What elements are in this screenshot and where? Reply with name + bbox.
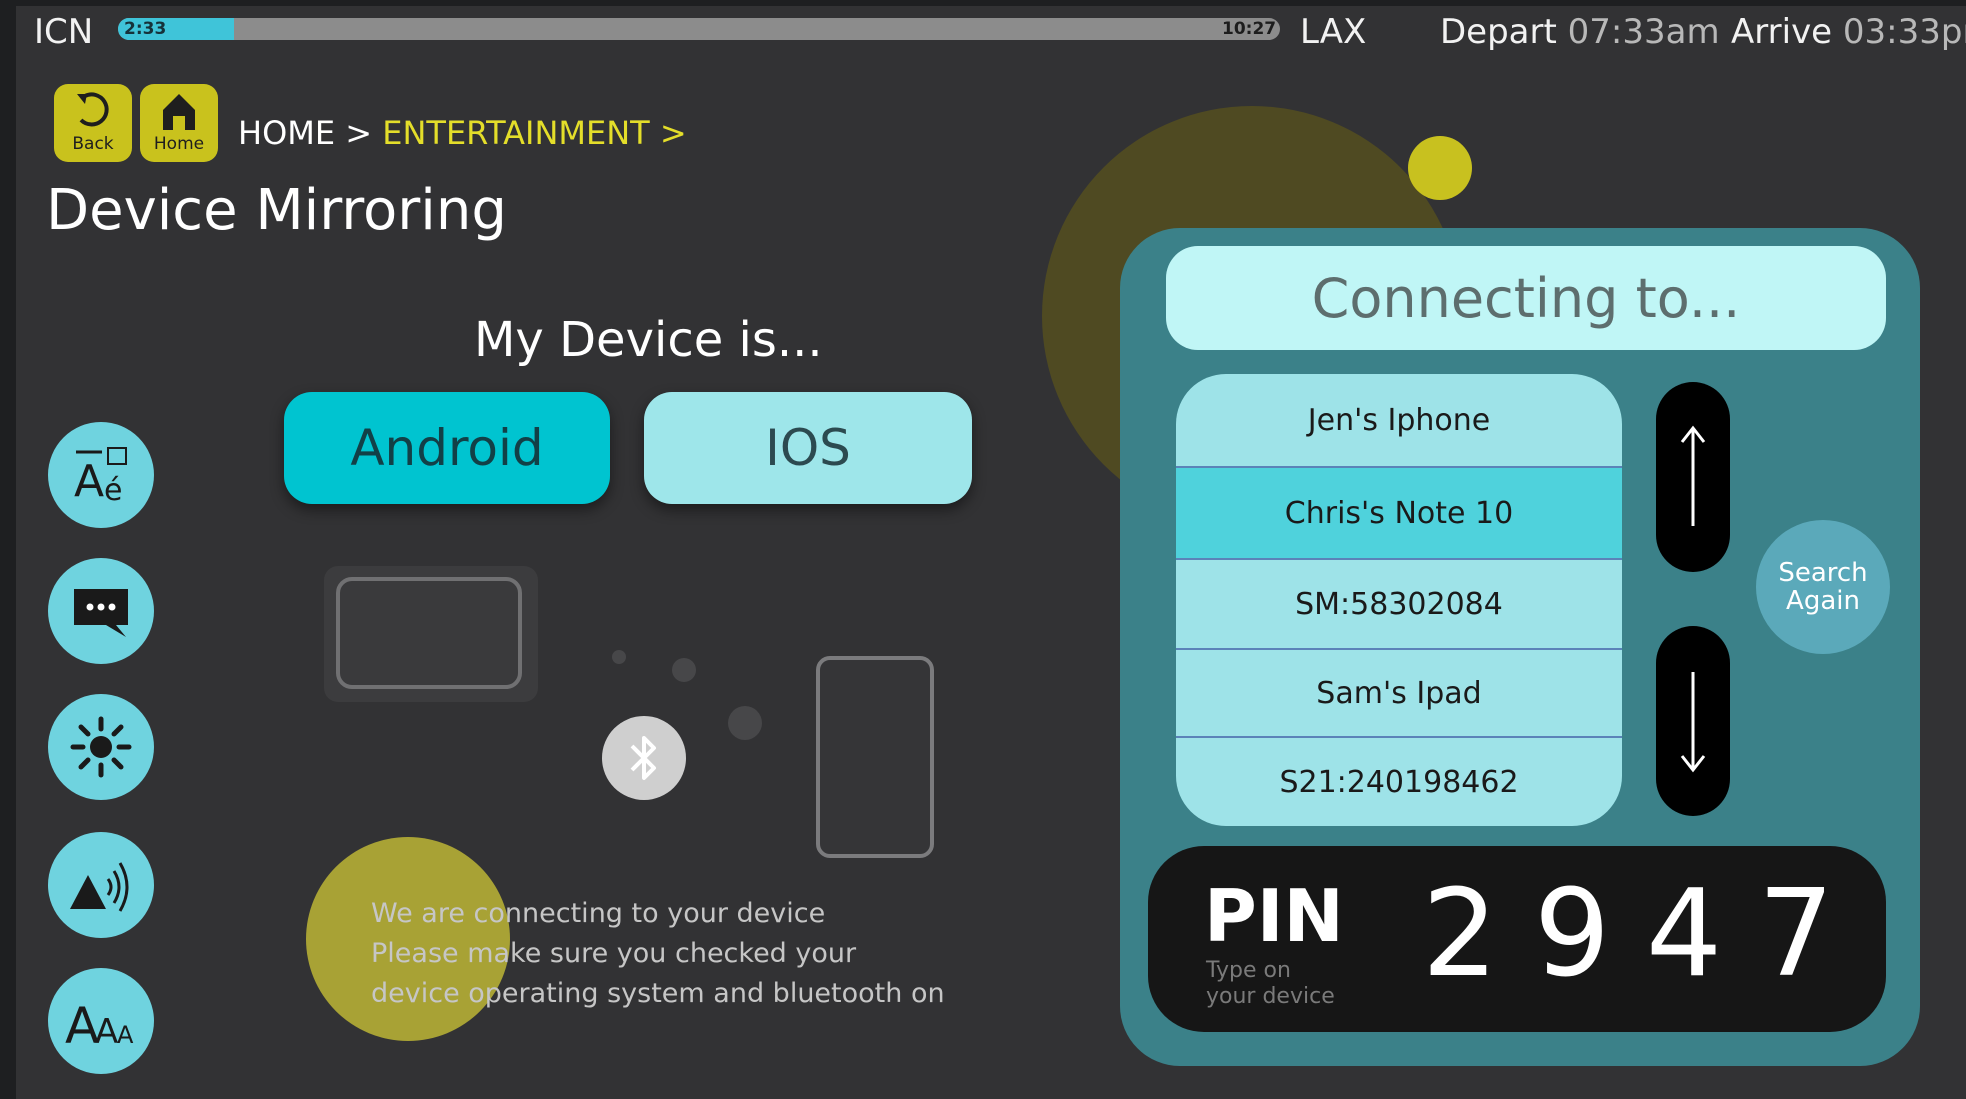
message-line: We are connecting to your device (371, 898, 826, 929)
device-item[interactable]: Jen's Iphone (1176, 374, 1622, 466)
arrow-up-icon (1680, 425, 1706, 526)
breadcrumb-entertainment[interactable]: ENTERTAINMENT > (382, 114, 686, 152)
arrive-time: Arrive 03:33pm (1731, 12, 1966, 52)
language-button[interactable]: A é (48, 422, 154, 528)
origin-airport: ICN (34, 12, 94, 52)
bluetooth-icon (630, 736, 656, 780)
device-heading: My Device is... (474, 312, 823, 368)
pin-hint-line: your device (1206, 984, 1335, 1009)
depart-label: Depart (1440, 12, 1557, 52)
pin-digit: 9 (1533, 865, 1611, 1004)
phone-illustration (816, 656, 934, 858)
page-title: Device Mirroring (46, 178, 507, 243)
volume-icon (70, 862, 129, 912)
signal-dot (728, 706, 762, 740)
breadcrumb-home[interactable]: HOME > (238, 114, 372, 152)
message-line: Please make sure you checked your (371, 938, 857, 969)
back-icon (77, 92, 109, 127)
depart-value: 07:33am (1567, 12, 1720, 52)
bluetooth-badge (602, 716, 686, 800)
android-button[interactable]: Android (284, 392, 610, 504)
chat-icon (74, 589, 128, 637)
pin-digit: 7 (1757, 865, 1835, 1004)
search-again-label: Search Again (1778, 558, 1868, 616)
pin-label: PIN (1204, 874, 1344, 958)
scroll-up-button[interactable] (1656, 382, 1730, 572)
volume-button[interactable] (48, 832, 154, 938)
time-elapsed: 2:33 (124, 19, 167, 39)
brightness-button[interactable] (48, 694, 154, 800)
ios-button[interactable]: IOS (644, 392, 972, 504)
text-size-button[interactable]: A A A (48, 968, 154, 1074)
svg-text:é: é (104, 473, 122, 508)
connecting-banner: Connecting to... (1166, 246, 1886, 350)
flight-progress-bar: ICN 2:33 10:27 LAX Depart 07:33am Arrive… (16, 6, 1966, 58)
device-item[interactable]: S21:240198462 (1176, 736, 1622, 826)
pin-hint: Type on your device (1206, 958, 1335, 1010)
destination-airport: LAX (1300, 12, 1367, 52)
text-size-icon: A A A (65, 997, 134, 1051)
decorative-dot (1408, 136, 1472, 200)
device-item[interactable]: Sam's Ipad (1176, 648, 1622, 736)
pin-digit: 4 (1645, 865, 1723, 1004)
depart-time: Depart 07:33am (1440, 12, 1720, 52)
breadcrumb: HOME > ENTERTAINMENT > (238, 114, 687, 152)
screen: ICN 2:33 10:27 LAX Depart 07:33am Arrive… (16, 6, 1966, 1099)
home-icon (163, 94, 195, 130)
home-button[interactable]: Home (140, 84, 218, 162)
signal-dot (672, 658, 696, 682)
back-button[interactable]: Back (54, 84, 132, 162)
device-item-selected[interactable]: Chris's Note 10 (1176, 466, 1622, 558)
chat-button[interactable] (48, 558, 154, 664)
arrow-down-icon (1680, 672, 1706, 773)
language-icon: A é (74, 447, 127, 508)
search-again-button[interactable]: Search Again (1756, 520, 1890, 654)
arrive-value: 03:33pm (1842, 12, 1966, 52)
svg-text:A: A (117, 1021, 134, 1049)
svg-text:A: A (74, 456, 104, 507)
signal-dot (612, 650, 626, 664)
device-item[interactable]: SM:58302084 (1176, 558, 1622, 648)
back-label: Back (72, 134, 114, 154)
time-remaining: 10:27 (1222, 19, 1277, 39)
pin-digit: 2 (1421, 865, 1499, 1004)
arrive-label: Arrive (1731, 12, 1833, 52)
message-line: device operating system and bluetooth on (371, 978, 945, 1009)
svg-text:A: A (95, 1012, 118, 1051)
connecting-message: We are connecting to your device Please … (371, 894, 945, 1014)
tablet-screen-illustration (336, 577, 522, 689)
device-list[interactable]: Jen's Iphone Chris's Note 10 SM:58302084… (1176, 374, 1622, 826)
flight-progress-track (118, 18, 1280, 40)
scroll-down-button[interactable] (1656, 626, 1730, 816)
pin-hint-line: Type on (1206, 958, 1291, 983)
brightness-icon (70, 716, 132, 778)
home-label: Home (153, 134, 205, 154)
